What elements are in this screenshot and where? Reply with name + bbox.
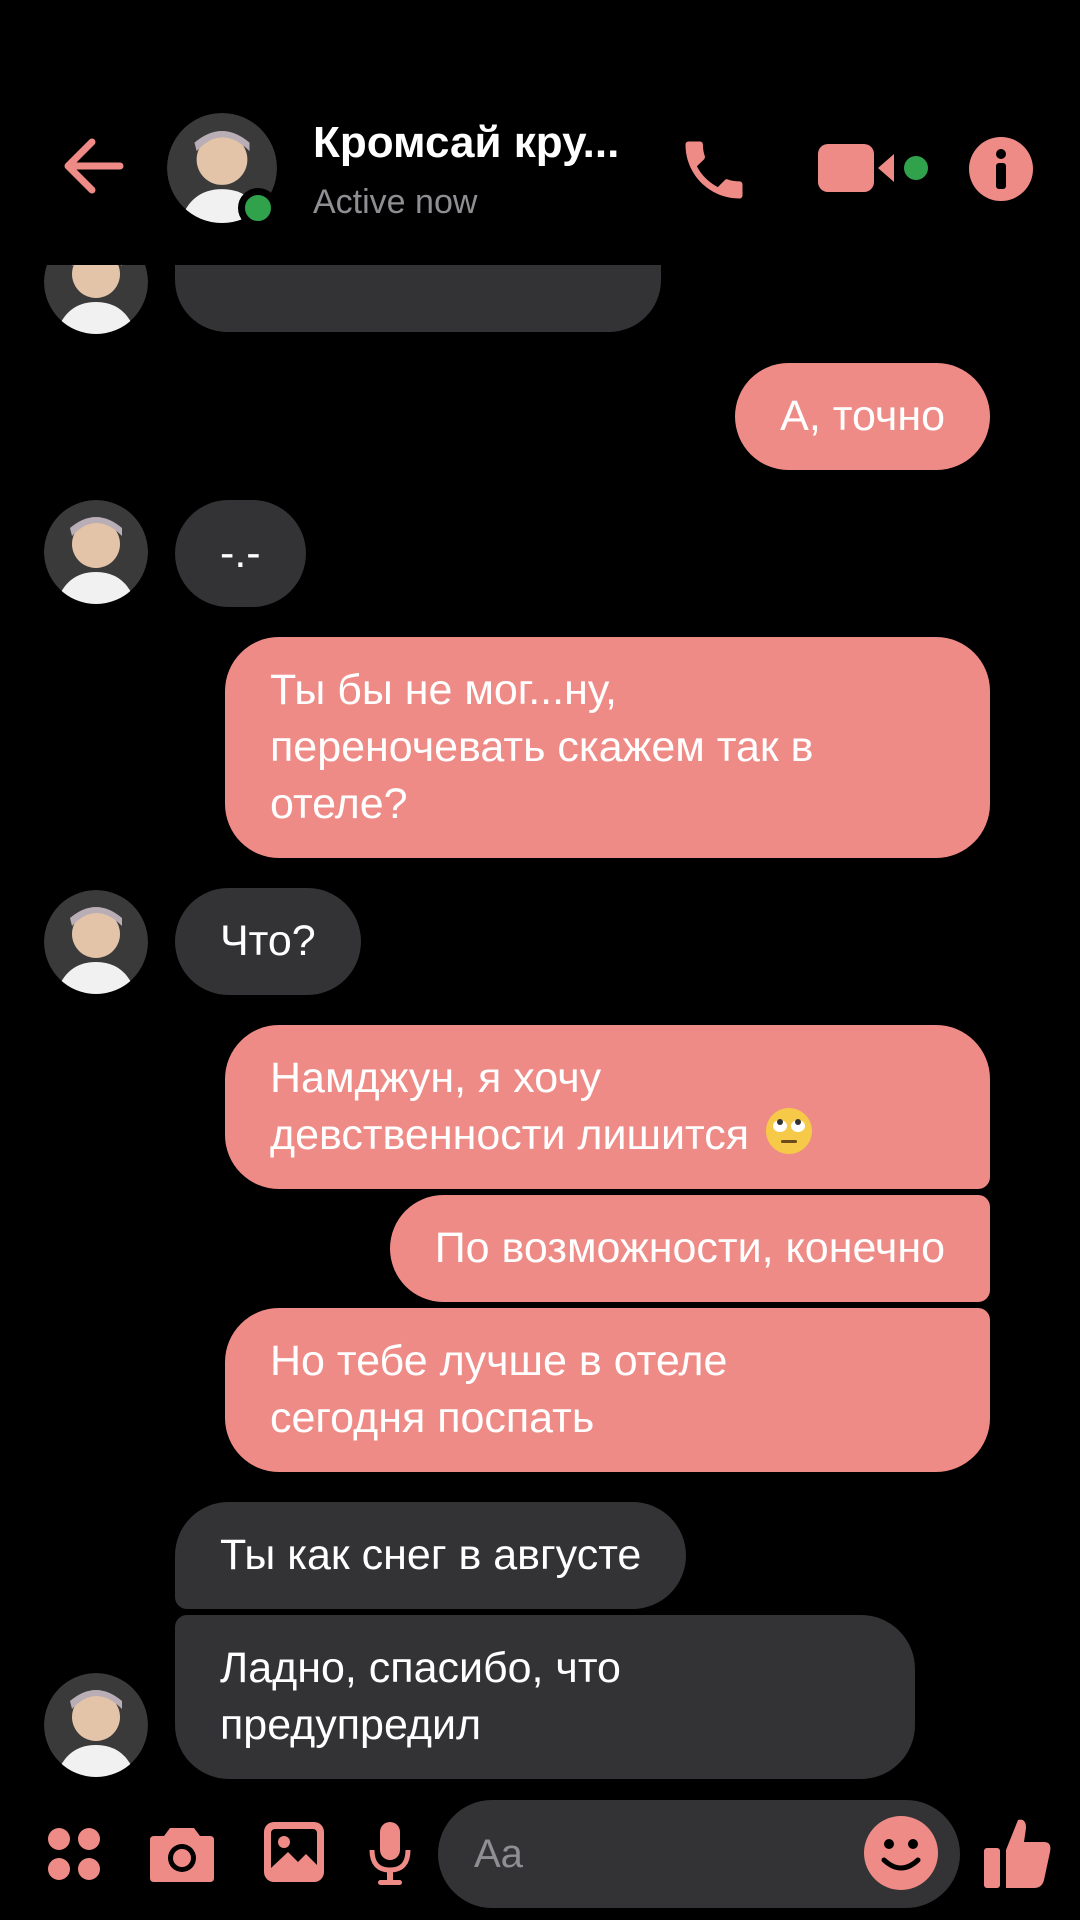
contact-avatar[interactable] [44,890,148,994]
message-line: Ладно, спасибо, что [220,1644,621,1692]
apps-icon[interactable] [46,1826,102,1887]
video-camera-icon[interactable] [818,138,938,198]
message-text: Ты как снег в августе [220,1531,642,1579]
outgoing-message[interactable]: А, точно [735,363,990,470]
message-line: Ты бы не мог...ну, [270,666,617,714]
outgoing-message[interactable]: Ты бы не мог...ну, переночевать скажем т… [225,637,990,858]
incoming-message[interactable]: Ладно, спасибо, что предупредил [175,1615,915,1779]
message-line: предупредил [220,1701,482,1749]
back-arrow-icon[interactable] [58,130,130,202]
outgoing-message[interactable]: Намджун, я хочу девственности лишится [225,1025,990,1189]
message-line: сегодня поспать [270,1394,595,1442]
gallery-icon[interactable] [262,1820,326,1889]
contact-name[interactable]: Кромсай кру... [313,118,619,168]
message-line: отеле? [270,780,408,828]
online-status-dot [238,188,278,228]
message-text: А, точно [780,392,945,440]
eye-roll-emoji-icon [761,1107,817,1155]
thumbs-up-icon[interactable] [982,1814,1054,1895]
message-line: девственности лишится [270,1107,945,1164]
incoming-message[interactable]: Что? [175,888,361,995]
phone-icon[interactable] [676,132,752,208]
outgoing-message[interactable]: Но тебе лучше в отеле сегодня поспать [225,1308,990,1472]
info-icon[interactable] [968,136,1034,202]
composer-bar: Aa [0,1790,1080,1920]
message-text: Что? [220,917,316,965]
outgoing-message[interactable]: По возможности, конечно [389,1195,990,1302]
active-status: Active now [313,183,478,221]
emoji-icon[interactable] [862,1814,940,1892]
chat-screen: Так зачем пишешь? А, точно -.- Ты бы не … [0,0,1080,1920]
message-text: -.- [220,529,261,577]
message-line: переночевать скажем так в [270,723,814,771]
message-input-placeholder: Aa [474,1832,523,1876]
incoming-message[interactable]: Ты как снег в августе [175,1502,687,1609]
message-input[interactable]: Aa [438,1800,960,1908]
contact-avatar[interactable] [44,500,148,604]
microphone-icon[interactable] [368,1820,412,1891]
message-line: Намджун, я хочу [270,1054,602,1102]
message-text: По возможности, конечно [434,1224,945,1272]
camera-icon[interactable] [148,1820,216,1889]
message-line: Но тебе лучше в отеле [270,1337,728,1385]
incoming-message[interactable]: -.- [175,500,306,607]
contact-avatar[interactable] [44,1673,148,1777]
chat-header: Кромсай кру... Active now [0,0,1080,265]
